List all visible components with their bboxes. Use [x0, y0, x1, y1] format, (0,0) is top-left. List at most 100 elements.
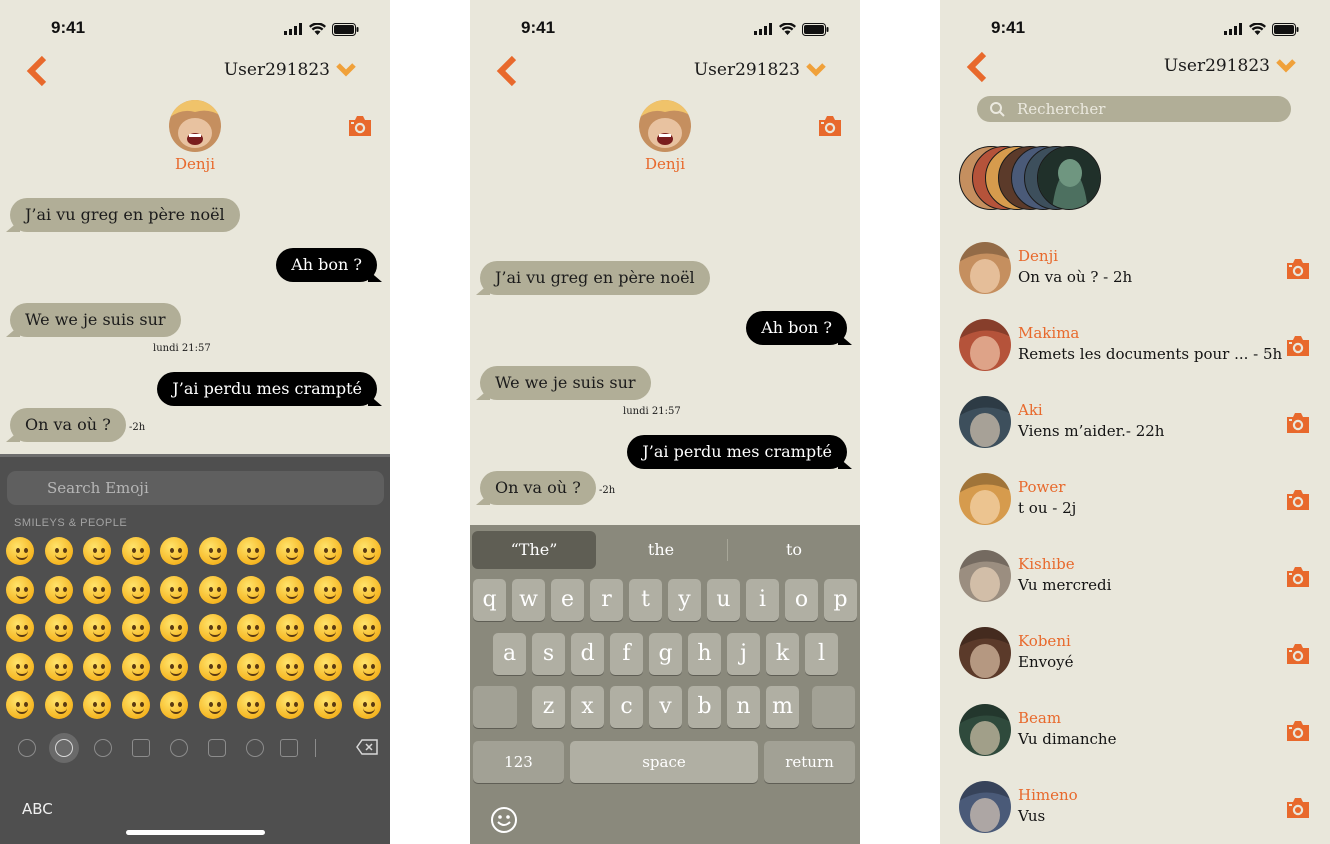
- letter-key[interactable]: l: [805, 633, 838, 675]
- numbers-key[interactable]: 123: [473, 741, 564, 783]
- camera-icon[interactable]: [817, 113, 843, 139]
- emoji-key[interactable]: [235, 574, 267, 606]
- account-switcher[interactable]: User291823: [224, 60, 356, 80]
- emoji-key[interactable]: [235, 651, 267, 683]
- letter-key[interactable]: a: [493, 633, 526, 675]
- recent-icon[interactable]: [18, 739, 36, 757]
- camera-icon[interactable]: [1285, 641, 1311, 667]
- conversation-row[interactable]: Beam Vu dimanche: [959, 704, 1319, 758]
- animal-icon[interactable]: [94, 739, 112, 757]
- message-outgoing[interactable]: J’ai perdu mes crampté: [157, 372, 377, 406]
- message-incoming[interactable]: We we je suis sur: [480, 366, 651, 400]
- letter-key[interactable]: f: [610, 633, 643, 675]
- emoji-key[interactable]: [81, 651, 113, 683]
- emoji-key[interactable]: [43, 689, 75, 721]
- contact-name[interactable]: Denji: [620, 155, 710, 173]
- letter-key[interactable]: p: [824, 579, 857, 621]
- flag-icon[interactable]: [315, 739, 333, 757]
- letter-key[interactable]: x: [571, 686, 604, 728]
- emoji-key[interactable]: [312, 651, 344, 683]
- emoji-key[interactable]: [120, 689, 152, 721]
- emoji-key[interactable]: [274, 651, 306, 683]
- camera-icon[interactable]: [347, 113, 373, 139]
- abc-keyboard-button[interactable]: ABC: [22, 800, 53, 818]
- emoji-key[interactable]: [197, 574, 229, 606]
- emoji-key[interactable]: [81, 612, 113, 644]
- emoji-key[interactable]: [158, 612, 190, 644]
- emoji-key[interactable]: [312, 612, 344, 644]
- conversation-row[interactable]: Makima Remets les documents pour ... - 5h: [959, 319, 1319, 373]
- contact-avatar[interactable]: [169, 100, 221, 152]
- story-avatar[interactable]: [1037, 146, 1101, 210]
- conversation-row[interactable]: Denji On va où ? - 2h: [959, 242, 1319, 296]
- letter-key[interactable]: s: [532, 633, 565, 675]
- message-outgoing[interactable]: Ah bon ?: [746, 311, 847, 345]
- camera-icon[interactable]: [1285, 256, 1311, 282]
- emoji-key[interactable]: [197, 651, 229, 683]
- emoji-key[interactable]: [312, 535, 344, 567]
- letter-key[interactable]: m: [766, 686, 799, 728]
- emoji-key[interactable]: [235, 689, 267, 721]
- emoji-key[interactable]: [351, 535, 383, 567]
- back-arrow-icon[interactable]: [964, 51, 992, 83]
- bulb-icon[interactable]: [246, 739, 264, 757]
- letter-key[interactable]: b: [688, 686, 721, 728]
- suggestion-item[interactable]: to: [732, 531, 856, 569]
- conversation-search-input[interactable]: Rechercher: [977, 96, 1291, 122]
- emoji-key[interactable]: [158, 574, 190, 606]
- shift-key[interactable]: [473, 686, 517, 728]
- emoji-key[interactable]: [4, 612, 36, 644]
- emoji-search-input[interactable]: Search Emoji: [7, 471, 384, 505]
- emoji-key[interactable]: [312, 689, 344, 721]
- letter-key[interactable]: z: [532, 686, 565, 728]
- letter-key[interactable]: o: [785, 579, 818, 621]
- return-key[interactable]: return: [764, 741, 855, 783]
- message-incoming[interactable]: On va où ?: [480, 471, 596, 505]
- emoji-key[interactable]: [351, 651, 383, 683]
- camera-icon[interactable]: [1285, 410, 1311, 436]
- emoji-key[interactable]: [43, 535, 75, 567]
- letter-key[interactable]: q: [473, 579, 506, 621]
- ball-icon[interactable]: [170, 739, 188, 757]
- message-outgoing[interactable]: Ah bon ?: [276, 248, 377, 282]
- letter-key[interactable]: h: [688, 633, 721, 675]
- emoji-key[interactable]: [274, 535, 306, 567]
- emoji-smiley-icon[interactable]: [490, 806, 518, 834]
- emoji-key[interactable]: [81, 574, 113, 606]
- conversation-row[interactable]: Kobeni Envoyé: [959, 627, 1319, 681]
- emoji-key[interactable]: [274, 574, 306, 606]
- letter-key[interactable]: y: [668, 579, 701, 621]
- conversation-row[interactable]: Himeno Vus: [959, 781, 1319, 835]
- emoji-key[interactable]: [197, 535, 229, 567]
- emoji-key[interactable]: [43, 612, 75, 644]
- message-incoming[interactable]: J’ai vu greg en père noël: [10, 198, 240, 232]
- emoji-key[interactable]: [120, 574, 152, 606]
- conversation-row[interactable]: Aki Viens m’aider.- 22h: [959, 396, 1319, 450]
- food-icon[interactable]: [132, 739, 150, 757]
- letter-key[interactable]: e: [551, 579, 584, 621]
- emoji-key[interactable]: [43, 574, 75, 606]
- letter-key[interactable]: i: [746, 579, 779, 621]
- emoji-key[interactable]: [312, 574, 344, 606]
- letter-key[interactable]: g: [649, 633, 682, 675]
- emoji-key[interactable]: [4, 574, 36, 606]
- contact-name[interactable]: Denji: [150, 155, 240, 173]
- letter-key[interactable]: d: [571, 633, 604, 675]
- emoji-key[interactable]: [4, 689, 36, 721]
- car-icon[interactable]: [208, 739, 226, 757]
- emoji-key[interactable]: [197, 612, 229, 644]
- emoji-key[interactable]: [120, 612, 152, 644]
- camera-icon[interactable]: [1285, 487, 1311, 513]
- camera-icon[interactable]: [1285, 718, 1311, 744]
- letter-key[interactable]: k: [766, 633, 799, 675]
- emoji-key[interactable]: [274, 689, 306, 721]
- space-key[interactable]: space: [570, 741, 758, 783]
- symbols-icon[interactable]: [280, 739, 298, 757]
- camera-icon[interactable]: [1285, 795, 1311, 821]
- contact-avatar[interactable]: [639, 100, 691, 152]
- account-switcher[interactable]: User291823: [694, 60, 826, 80]
- emoji-key[interactable]: [197, 689, 229, 721]
- backspace-key[interactable]: [812, 686, 855, 728]
- letter-key[interactable]: v: [649, 686, 682, 728]
- emoji-key[interactable]: [274, 612, 306, 644]
